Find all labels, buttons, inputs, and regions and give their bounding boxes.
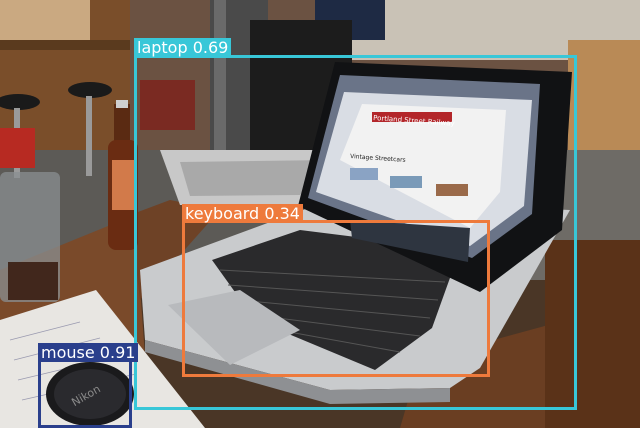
mouse-label: mouse 0.91 — [38, 343, 139, 362]
keyboard-score: 0.34 — [264, 204, 300, 223]
keyboard-class: keyboard — [185, 204, 260, 223]
mouse-bounding-box — [38, 359, 132, 428]
keyboard-label: keyboard 0.34 — [182, 204, 303, 223]
mouse-class: mouse — [41, 343, 95, 362]
detection-scene: Portland Street Railway Vintage Streetca… — [0, 0, 640, 428]
laptop-label: laptop 0.69 — [134, 38, 232, 57]
laptop-class: laptop — [137, 38, 188, 57]
keyboard-bounding-box — [182, 220, 490, 377]
mouse-score: 0.91 — [99, 343, 136, 362]
laptop-score: 0.69 — [192, 38, 229, 57]
